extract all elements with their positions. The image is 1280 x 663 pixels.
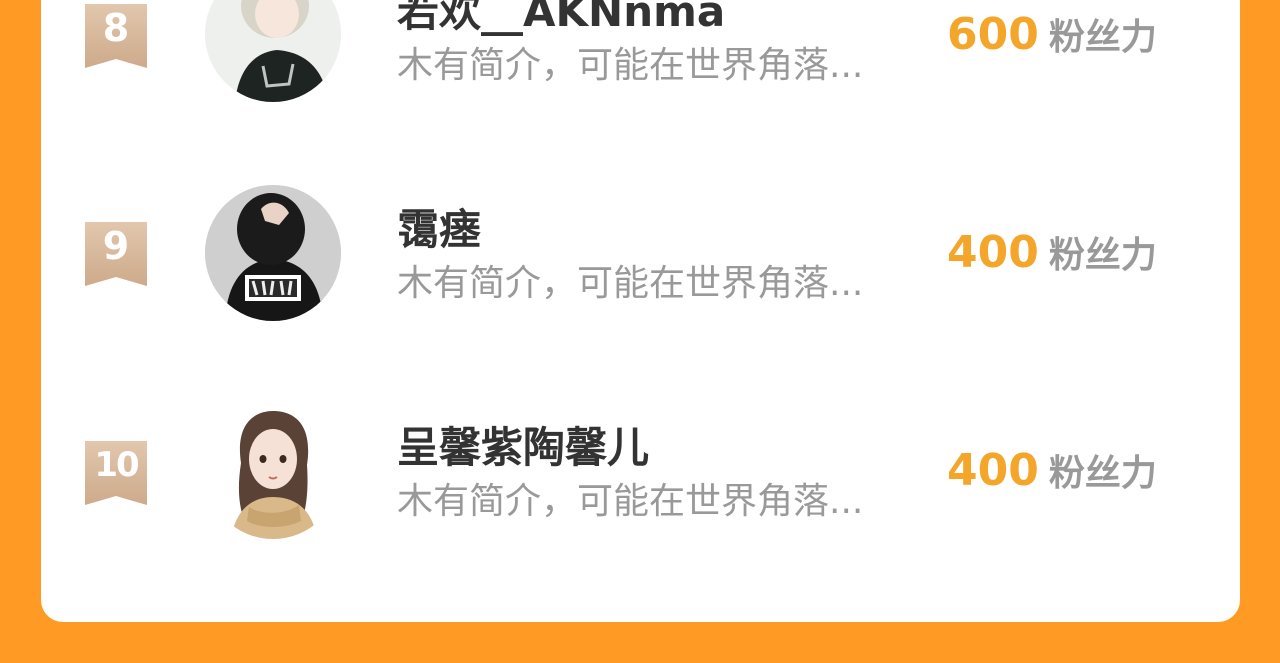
anime-boy-avatar-icon [205, 0, 341, 102]
rank-number: 9 [102, 224, 130, 268]
fans-number: 400 [947, 445, 1039, 496]
user-avatar[interactable] [205, 0, 341, 102]
fans-score: 400 粉丝力 [947, 228, 1157, 287]
ranking-row[interactable]: 10 呈馨紫陶馨儿 木有简介，可能在世界角落... 400 粉丝力 [41, 396, 1240, 556]
ranking-row[interactable]: 8 若欢__AKNnma 木有简介，可能在世界角落... 600 粉丝力 [41, 0, 1240, 120]
user-avatar[interactable] [205, 403, 341, 539]
fans-score: 600 粉丝力 [947, 10, 1157, 69]
fans-number: 600 [947, 9, 1039, 60]
ranking-card: 8 若欢__AKNnma 木有简介，可能在世界角落... 600 粉丝力 9 霭… [41, 0, 1240, 622]
user-name[interactable]: 霭瘗 [397, 206, 481, 254]
user-name[interactable]: 若欢__AKNnma [397, 0, 725, 36]
fans-label: 粉丝力 [1048, 17, 1157, 58]
rank-badge-icon: 10 [85, 441, 147, 505]
user-bio: 木有简介，可能在世界角落... [397, 263, 864, 304]
ranking-row[interactable]: 9 霭瘗 木有简介，可能在世界角落... 400 粉丝力 [41, 178, 1240, 338]
user-bio: 木有简介，可能在世界角落... [397, 45, 864, 86]
fans-label: 粉丝力 [1048, 453, 1157, 494]
anime-girl-avatar-icon [205, 403, 341, 539]
fans-number: 400 [947, 227, 1039, 278]
rank-number: 8 [102, 6, 130, 50]
user-avatar[interactable] [205, 185, 341, 321]
dark-hoodie-avatar-icon [205, 185, 341, 321]
fans-score: 400 粉丝力 [947, 446, 1157, 505]
rank-badge-icon: 8 [85, 4, 147, 68]
user-bio: 木有简介，可能在世界角落... [397, 481, 864, 522]
rank-number: 10 [94, 445, 139, 485]
rank-badge-icon: 9 [85, 222, 147, 286]
user-name[interactable]: 呈馨紫陶馨儿 [397, 424, 649, 472]
fans-label: 粉丝力 [1048, 235, 1157, 276]
